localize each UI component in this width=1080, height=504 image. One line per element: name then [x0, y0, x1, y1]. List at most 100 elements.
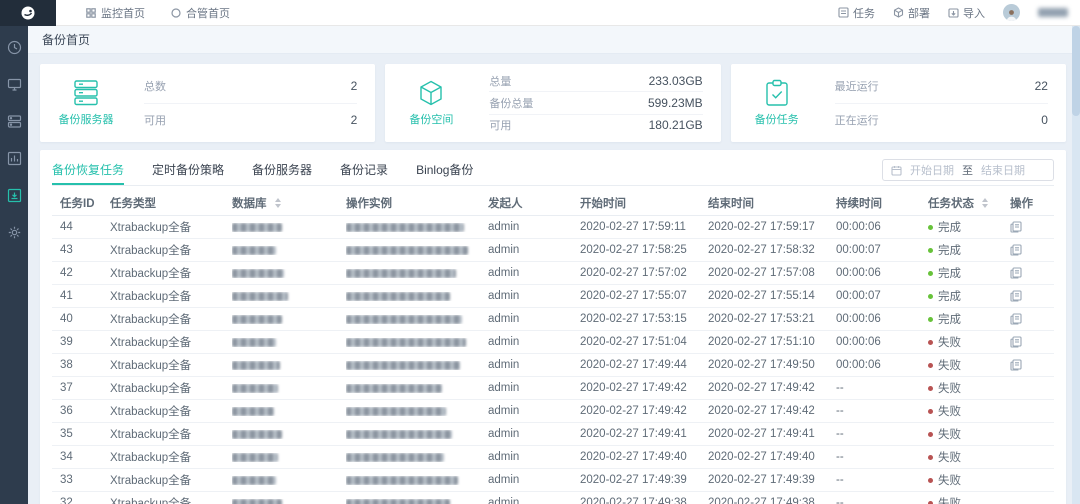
- task-type: Xtrabackup全备: [110, 426, 232, 442]
- tasks-table: 任务ID 任务类型 数据库 操作实例 发起人 开始时间 结束时间 持续时间 任务…: [52, 190, 1054, 504]
- status-badge: 失败: [928, 426, 1010, 442]
- task-id: 33: [60, 474, 110, 486]
- tab-binlog-backup[interactable]: Binlog备份: [416, 156, 473, 185]
- task-type: Xtrabackup全备: [110, 495, 232, 504]
- tab-backup-servers[interactable]: 备份服务器: [252, 156, 312, 185]
- log-document-icon[interactable]: [1010, 244, 1022, 256]
- col-database[interactable]: 数据库: [232, 195, 346, 211]
- scrollbar-thumb[interactable]: [1072, 26, 1080, 116]
- operation-cell: [1010, 313, 1054, 325]
- log-document-icon[interactable]: [1010, 336, 1022, 348]
- card-backup-space: 备份空间 总量 233.03GB 备份总量 599.23MB 可用 180.21…: [385, 64, 720, 142]
- sort-caret-icon[interactable]: [982, 198, 988, 208]
- task-id: 32: [60, 497, 110, 504]
- task-id: 42: [60, 267, 110, 279]
- table-row: 34 Xtrabackup全备 admin 2020-02-27 17:49:4…: [52, 446, 1054, 469]
- instance-redacted: [346, 246, 488, 255]
- start-time: 2020-02-27 17:51:04: [580, 336, 708, 348]
- table-row: 42 Xtrabackup全备 admin 2020-02-27 17:57:0…: [52, 262, 1054, 285]
- end-time: 2020-02-27 17:49:40: [708, 451, 836, 463]
- status-text: 失败: [938, 380, 961, 396]
- monitor-icon[interactable]: [7, 77, 22, 92]
- calendar-icon: [891, 165, 902, 176]
- status-badge: 完成: [928, 311, 1010, 327]
- instance-redacted: [346, 361, 488, 370]
- action-label: 任务: [853, 5, 875, 21]
- status-text: 完成: [938, 265, 961, 281]
- duration: --: [836, 428, 928, 440]
- status-dot-icon: [928, 455, 933, 460]
- grid-home-icon: [86, 8, 96, 18]
- scrollbar[interactable]: [1072, 26, 1080, 504]
- tasks-button[interactable]: 任务: [838, 5, 875, 21]
- user-name-redacted[interactable]: [1038, 8, 1068, 17]
- sort-caret-icon[interactable]: [275, 198, 281, 208]
- initiator: admin: [488, 313, 580, 325]
- card-backup-tasks: 备份任务 最近运行 22 正在运行 0: [731, 64, 1066, 142]
- operation-cell: [1010, 336, 1054, 348]
- topbar: 监控首页 合管首页 任务 部署 导入: [0, 0, 1080, 26]
- date-separator: 至: [962, 162, 973, 178]
- initiator: admin: [488, 221, 580, 233]
- log-document-icon[interactable]: [1010, 267, 1022, 279]
- operation-cell: [1010, 244, 1054, 256]
- instance-redacted: [346, 407, 488, 416]
- topbar-menus: 监控首页 合管首页: [86, 5, 230, 21]
- action-label: 部署: [908, 5, 930, 21]
- summary-cards: 备份服务器 总数 2 可用 2 备份空间 总量 2: [40, 64, 1066, 142]
- instance-redacted: [346, 315, 488, 324]
- user-avatar[interactable]: [1003, 4, 1020, 21]
- duration: 00:00:07: [836, 290, 928, 302]
- menu-monitor-home[interactable]: 监控首页: [86, 5, 145, 21]
- log-document-icon[interactable]: [1010, 290, 1022, 302]
- start-date-input[interactable]: 开始日期: [910, 162, 954, 178]
- instance-redacted: [346, 292, 488, 301]
- task-id: 39: [60, 336, 110, 348]
- col-status[interactable]: 任务状态: [928, 195, 1010, 211]
- end-time: 2020-02-27 17:49:41: [708, 428, 836, 440]
- app-logo[interactable]: [0, 0, 56, 26]
- dashboard-icon[interactable]: [7, 40, 22, 55]
- start-time: 2020-02-27 17:53:15: [580, 313, 708, 325]
- status-dot-icon: [928, 386, 933, 391]
- stat-value: 2: [351, 79, 358, 93]
- import-button[interactable]: 导入: [948, 5, 985, 21]
- backup-icon[interactable]: [7, 188, 22, 203]
- log-document-icon[interactable]: [1010, 359, 1022, 371]
- chart-icon[interactable]: [7, 151, 22, 166]
- settings-icon[interactable]: [7, 225, 22, 240]
- duration: --: [836, 382, 928, 394]
- database-redacted: [232, 361, 346, 370]
- deploy-button[interactable]: 部署: [893, 5, 930, 21]
- duration: --: [836, 474, 928, 486]
- tab-scheduled-backup-policy[interactable]: 定时备份策略: [152, 156, 224, 185]
- start-time: 2020-02-27 17:59:11: [580, 221, 708, 233]
- status-text: 失败: [938, 403, 961, 419]
- status-text: 完成: [938, 242, 961, 258]
- end-date-input[interactable]: 结束日期: [981, 162, 1025, 178]
- duration: --: [836, 451, 928, 463]
- topbar-right: 任务 部署 导入: [838, 4, 1080, 21]
- initiator: admin: [488, 267, 580, 279]
- task-type: Xtrabackup全备: [110, 334, 232, 350]
- status-dot-icon: [928, 225, 933, 230]
- log-document-icon[interactable]: [1010, 221, 1022, 233]
- task-type: Xtrabackup全备: [110, 472, 232, 488]
- person-icon: [1005, 8, 1018, 21]
- stat-value: 0: [1041, 113, 1048, 127]
- log-document-icon[interactable]: [1010, 313, 1022, 325]
- initiator: admin: [488, 405, 580, 417]
- status-text: 失败: [938, 334, 961, 350]
- stat-row: 可用 180.21GB: [489, 114, 702, 136]
- tab-backup-restore-tasks[interactable]: 备份恢复任务: [52, 156, 124, 185]
- date-range-picker[interactable]: 开始日期 至 结束日期: [882, 159, 1054, 181]
- tab-backup-records[interactable]: 备份记录: [340, 156, 388, 185]
- database-redacted: [232, 269, 346, 278]
- instance-redacted: [346, 338, 488, 347]
- start-time: 2020-02-27 17:49:41: [580, 428, 708, 440]
- cluster-icon[interactable]: [7, 114, 22, 129]
- status-badge: 完成: [928, 242, 1010, 258]
- menu-mgmt-home[interactable]: 合管首页: [171, 5, 230, 21]
- table-body: 44 Xtrabackup全备 admin 2020-02-27 17:59:1…: [52, 216, 1054, 504]
- initiator: admin: [488, 451, 580, 463]
